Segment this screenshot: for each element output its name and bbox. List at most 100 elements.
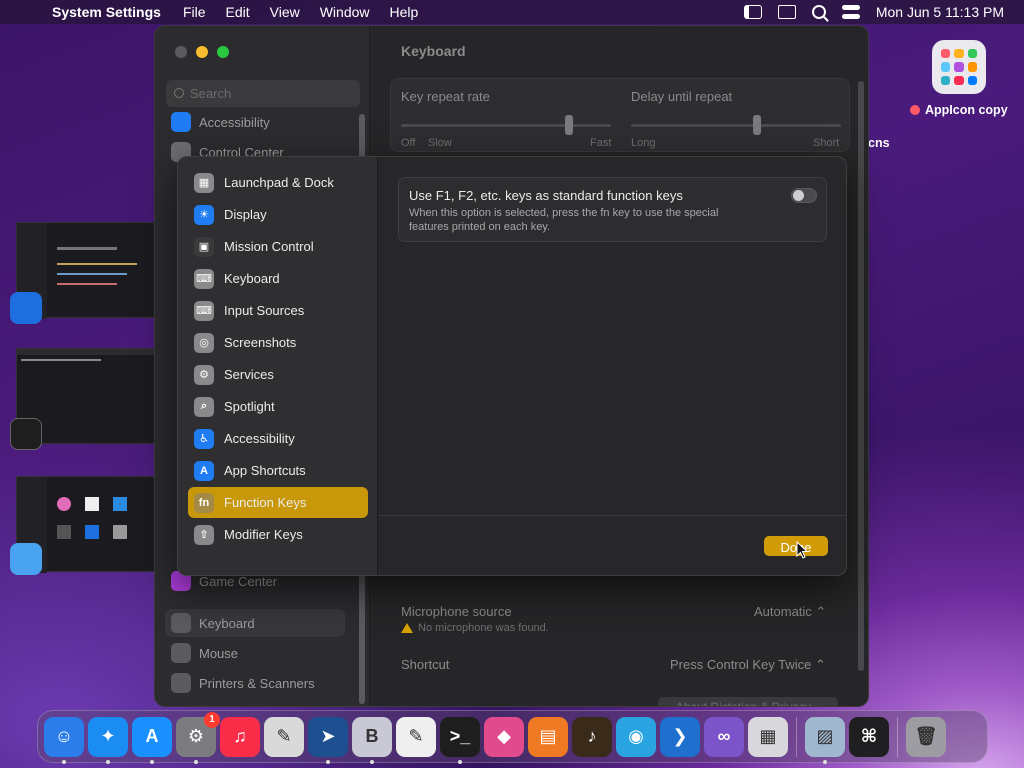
running-indicator [194, 759, 198, 764]
dock-app-glyph: ◆ [497, 726, 511, 746]
control-center-icon[interactable] [841, 5, 860, 19]
screen-mirroring-icon[interactable] [777, 5, 796, 19]
shortcut-category-label: Services [224, 367, 274, 382]
menu-file[interactable]: File [173, 4, 216, 20]
minimize-button[interactable] [196, 46, 208, 58]
running-indicator [62, 759, 66, 764]
dock-app-glyph: ♪ [587, 726, 597, 746]
swift-playgrounds-icon[interactable] [10, 292, 42, 324]
visual-studio-icon[interactable]: ∞ [704, 716, 744, 757]
display-icon: ☀ [194, 204, 214, 225]
shortcut-category-display[interactable]: ☀ Display [188, 199, 368, 230]
fn-keys-option-card: Use F1, F2, etc. keys as standard functi… [398, 177, 827, 242]
terminal-icon[interactable] [10, 418, 42, 450]
finder-icon[interactable] [10, 543, 42, 575]
vscode-icon[interactable]: ❯ [660, 716, 700, 757]
spotlight-icon: ⌕ [194, 396, 214, 417]
shortcut-category-accessibility[interactable]: ♿ Accessibility [188, 423, 368, 454]
preview-icon[interactable]: ▨ [805, 716, 845, 764]
about-dictation-button[interactable]: About Dictation & Privacy... [658, 697, 838, 706]
shortcut-category-label: Keyboard [224, 271, 280, 286]
shortcut-category-keyboard[interactable]: ⌨ Keyboard [188, 263, 368, 294]
safari-icon[interactable]: ✦ [88, 716, 128, 764]
menubar-clock[interactable]: Mon Jun 5 11:13 PM [876, 4, 1004, 20]
finder-icon[interactable]: ☺ [44, 716, 84, 764]
services-icon: ⚙ [194, 364, 214, 385]
shortcut-select[interactable]: Press Control Key Twice ⌃ [670, 657, 826, 673]
app-menu[interactable]: System Settings [44, 4, 173, 20]
shortcut-category-label: Modifier Keys [224, 527, 303, 542]
zoom-button[interactable] [217, 46, 229, 58]
system-settings-icon[interactable]: ⚙ 1 [176, 711, 220, 764]
shortcut-category-launchpad-dock[interactable]: ▦ Launchpad & Dock [188, 167, 368, 198]
trash-icon[interactable]: 🗑 [906, 716, 946, 757]
stage-manager-icon[interactable] [743, 5, 762, 19]
launchpad-icon: ▦ [194, 172, 214, 193]
dock-app-glyph: >_ [449, 726, 471, 746]
menu-bar: System Settings File Edit View Window He… [0, 0, 1024, 24]
shortcut-category-spotlight[interactable]: ⌕ Spotlight [188, 391, 368, 422]
delay-repeat-slider[interactable]: Delay until repeat Long Short [631, 89, 841, 149]
shortcut-category-function-keys[interactable]: fn Function Keys [188, 487, 368, 518]
textedit-icon[interactable]: ✎ [396, 716, 436, 757]
shortcut-category-input-sources[interactable]: ⌨ Input Sources [188, 295, 368, 326]
fn-icon: fn [194, 492, 214, 513]
key-repeat-slider[interactable]: Key repeat rate Off Slow Fast [401, 89, 611, 149]
dock-app-glyph: ✦ [100, 726, 116, 746]
appicon-file-icon[interactable] [932, 40, 986, 94]
shortcut-category-screenshots[interactable]: ◎ Screenshots [188, 327, 368, 358]
fn-keys-option-description: When this option is selected, press the … [409, 207, 719, 233]
sidebar-item-printers[interactable]: Printers & Scanners [165, 669, 345, 697]
menu-edit[interactable]: Edit [216, 4, 260, 20]
key-repeat-card: Key repeat rate Off Slow Fast Delay unti… [390, 78, 850, 152]
instruments-icon[interactable]: ♪ [572, 716, 612, 757]
delay-repeat-label: Delay until repeat [631, 89, 733, 104]
printer-icon [171, 673, 191, 693]
microphone-source-select[interactable]: Automatic ⌃ [754, 604, 826, 620]
input-sources-icon: ⌨ [194, 300, 214, 321]
accessibility-icon: ♿ [194, 428, 214, 449]
terminal-icon[interactable]: >_ [440, 716, 480, 764]
shortcuts-icon[interactable]: ◆ [484, 716, 524, 757]
spotlight-search-icon[interactable] [811, 5, 826, 19]
launchpad-icon[interactable]: ▦ [748, 716, 788, 757]
screenshot-icon: ◎ [194, 332, 214, 353]
shortcut-category-services[interactable]: ⚙ Services [188, 359, 368, 390]
dock-app-glyph: ✎ [276, 726, 292, 746]
pages-keynote-icon[interactable]: ▤ [528, 716, 568, 757]
icns-file-label[interactable]: cns [868, 136, 890, 150]
close-button[interactable] [175, 46, 187, 58]
app-shortcuts-icon: A [194, 460, 214, 481]
shortcut-category-app-shortcuts[interactable]: A App Shortcuts [188, 455, 368, 486]
slider-thumb[interactable] [753, 115, 761, 135]
shortcut-category-modifier-keys[interactable]: ⇧ Modifier Keys [188, 519, 368, 550]
appicon-file-label[interactable]: AppIcon copy [910, 103, 1008, 117]
bbedit-icon[interactable]: B [352, 716, 392, 764]
swift-playgrounds-icon[interactable]: ➤ [308, 716, 348, 764]
running-indicator [370, 759, 374, 764]
sidebar-item-keyboard[interactable]: Keyboard [165, 609, 345, 637]
shortcut-category-label: Spotlight [224, 399, 275, 414]
dock-app-glyph: ♫ [233, 726, 247, 746]
music-icon[interactable]: ♫ [220, 716, 260, 757]
slider-track [631, 124, 841, 127]
menu-view[interactable]: View [260, 4, 310, 20]
quicktime-icon[interactable]: ◉ [616, 716, 656, 757]
search-input[interactable]: Search [166, 80, 360, 107]
sidebar-item-accessibility[interactable]: Accessibility [165, 108, 345, 136]
running-indicator [150, 759, 154, 764]
divider [378, 515, 846, 516]
script-editor-icon[interactable]: ✎ [264, 716, 304, 757]
menu-help[interactable]: Help [380, 4, 429, 20]
sidebar-item-mouse[interactable]: Mouse [165, 639, 345, 667]
running-indicator [326, 759, 330, 764]
keyboard-shortcut-icon[interactable]: ⌘ [849, 716, 889, 757]
menu-window[interactable]: Window [310, 4, 380, 20]
slider-thumb[interactable] [565, 115, 573, 135]
shortcut-category-mission-control[interactable]: ▣ Mission Control [188, 231, 368, 262]
app-store-icon[interactable]: A [132, 716, 172, 764]
fn-keys-toggle[interactable] [791, 188, 817, 203]
slider-min-label: Off [401, 137, 416, 149]
main-scrollbar[interactable] [858, 81, 864, 671]
shortcut-category-label: Input Sources [224, 303, 305, 318]
